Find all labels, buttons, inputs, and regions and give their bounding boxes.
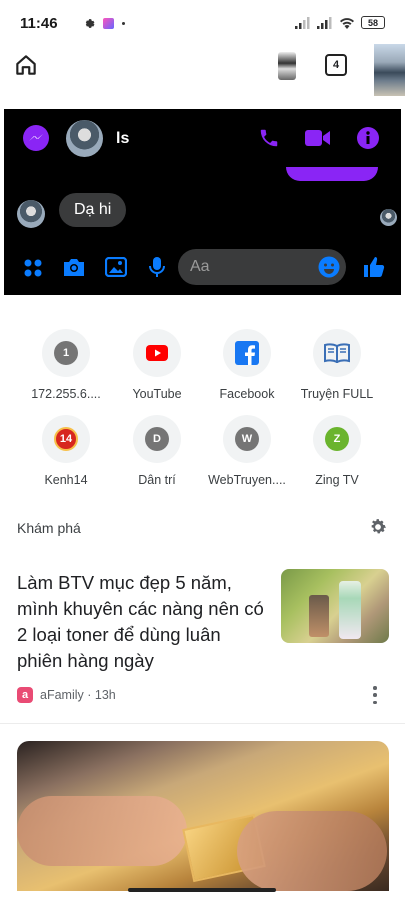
toner-bottle-image-2 (339, 581, 361, 639)
article-image[interactable] (17, 741, 389, 891)
status-right-icons: 58 (295, 16, 385, 29)
more-options-icon[interactable] (371, 686, 379, 704)
shortcut-tile[interactable]: 14 Kenh14 (21, 415, 111, 487)
messenger-chat-head: ls Dạ hi Aa (4, 109, 401, 295)
signal-icon-2 (317, 16, 332, 29)
shortcut-label: Kenh14 (44, 473, 88, 487)
shortcut-tile[interactable]: Facebook (202, 329, 292, 401)
shortcut-tile[interactable]: Truyện FULL (292, 329, 382, 401)
app-notification-icon (103, 18, 114, 29)
shortcut-label: 172.255.6.... (31, 387, 101, 401)
like-thumb-icon[interactable] (362, 255, 386, 279)
profile-thumbnail[interactable] (278, 52, 296, 80)
article-title[interactable]: Làm BTV mục đẹp 5 năm, mình khuyên các n… (17, 570, 267, 674)
discover-heading: Khám phá (17, 520, 81, 536)
apps-grid-icon[interactable] (24, 259, 42, 277)
gallery-icon[interactable] (105, 257, 127, 277)
tab-switcher-button[interactable]: 4 (325, 54, 347, 76)
afamily-logo-icon: a (17, 687, 33, 703)
status-bar: 11:46 58 (0, 0, 405, 46)
account-avatar[interactable] (374, 44, 405, 96)
incoming-message: Dạ hi (59, 193, 127, 227)
dot-icon (122, 22, 125, 25)
shortcut-tile[interactable]: W WebTruyen.... (202, 415, 292, 487)
divider (0, 723, 405, 724)
letter-avatar-icon: 1 (54, 341, 78, 365)
phone-icon[interactable] (258, 127, 280, 149)
shortcut-tile[interactable]: YouTube (112, 329, 202, 401)
toner-bottle-image (309, 595, 329, 637)
info-icon[interactable] (357, 127, 379, 149)
outgoing-message-bubble (286, 167, 378, 181)
article-meta: a aFamily · 13h (17, 687, 116, 703)
sender-avatar (17, 200, 45, 228)
youtube-icon (146, 345, 168, 361)
shortcut-tile[interactable]: 1 172.255.6.... (21, 329, 111, 401)
book-icon (324, 343, 350, 363)
gear-icon (85, 19, 95, 28)
letter-avatar-icon: Z (325, 427, 349, 451)
browser-toolbar: 4 (0, 44, 405, 98)
article-source-time: aFamily · 13h (40, 688, 116, 702)
contact-name: ls (116, 130, 130, 147)
letter-avatar-icon: D (145, 427, 169, 451)
shortcut-label: WebTruyen.... (208, 473, 286, 487)
hand-image-2 (237, 811, 387, 891)
shortcut-label: Truyện FULL (300, 387, 374, 401)
wifi-icon (340, 17, 354, 29)
gear-icon[interactable] (368, 517, 388, 537)
status-time: 11:46 (20, 15, 58, 32)
message-input-placeholder: Aa (190, 258, 210, 275)
shortcut-tile[interactable]: D Dân trí (112, 415, 202, 487)
hand-image (17, 796, 187, 866)
messenger-icon[interactable] (22, 124, 50, 152)
shortcut-label: Facebook (219, 387, 275, 401)
video-call-icon[interactable] (305, 128, 331, 148)
gesture-nav-bar[interactable] (128, 888, 276, 892)
shortcut-label: Dân trí (138, 473, 176, 487)
signal-icon (295, 16, 310, 29)
letter-avatar-icon: W (235, 427, 259, 451)
contact-avatar[interactable] (66, 120, 103, 157)
status-left-icons (82, 17, 125, 30)
battery-indicator: 58 (361, 16, 385, 29)
seen-avatar (380, 209, 397, 226)
article-thumbnail[interactable] (281, 569, 389, 643)
message-input[interactable]: Aa (178, 249, 346, 285)
camera-icon[interactable] (62, 257, 86, 277)
shortcut-tile[interactable]: Z Zing TV (292, 415, 382, 487)
shortcut-label: Zing TV (315, 473, 359, 487)
facebook-icon (235, 341, 259, 365)
home-icon[interactable] (13, 52, 39, 78)
kenh14-icon: 14 (54, 427, 78, 451)
shortcut-label: YouTube (132, 387, 182, 401)
emoji-icon[interactable] (318, 256, 340, 278)
microphone-icon[interactable] (149, 256, 165, 278)
